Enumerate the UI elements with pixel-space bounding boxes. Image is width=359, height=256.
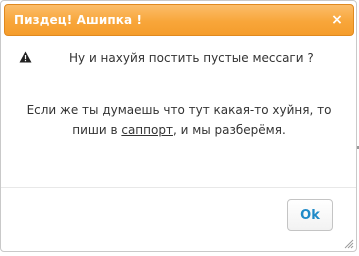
message-line-2-prefix: пиши в [72, 123, 122, 137]
error-dialog: Пиздец! Ашипка ! × Ну и нахуйя постить п… [0, 0, 357, 252]
message-line-2: пиши в саппорт, и мы разберёмя. [15, 120, 343, 140]
support-link[interactable]: саппорт [121, 123, 173, 137]
dialog-message: Если же ты думаешь что тут какая-то хуйн… [15, 100, 343, 140]
footer-divider [1, 187, 356, 188]
dialog-title: Пиздец! Ашипка ! [14, 13, 143, 27]
dialog-question: Ну и нахуйя постить пустые мессаги ? [69, 51, 314, 65]
warning-triangle-icon [19, 51, 32, 63]
dialog-titlebar[interactable]: Пиздец! Ашипка ! × [4, 4, 354, 36]
message-line-2-suffix: , и мы разберёмя. [172, 123, 286, 137]
resize-grip-icon[interactable] [344, 239, 354, 249]
close-icon[interactable]: × [328, 10, 346, 30]
message-line-1: Если же ты думаешь что тут какая-то хуйн… [26, 103, 332, 117]
ok-button[interactable]: Ok [287, 199, 333, 231]
